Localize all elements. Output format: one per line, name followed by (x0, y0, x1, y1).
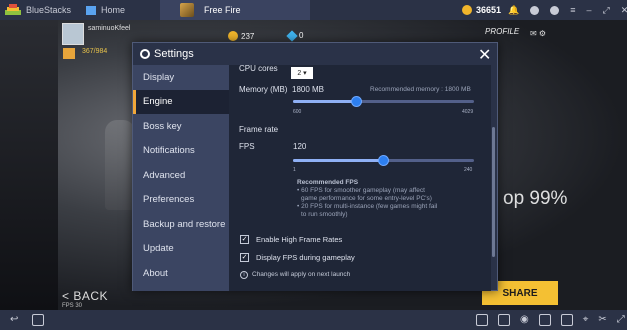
dialog-header: Settings ✕ (133, 43, 497, 65)
minimize-icon[interactable]: – (586, 5, 591, 15)
gear-icon (140, 49, 150, 59)
profile-label[interactable]: PROFILE (485, 27, 519, 36)
coins-value: 36651 (476, 5, 502, 15)
player-name: saminuoKfeel (88, 25, 131, 32)
nav-about[interactable]: About (133, 261, 229, 286)
back-arrow-icon[interactable]: ↩ (10, 314, 18, 326)
nav-notifications[interactable]: Notifications (133, 139, 229, 164)
recommended-line-1: • 60 FPS for smoother gameplay (may affe… (297, 187, 425, 194)
apply-note: Changes will apply on next launch (252, 271, 351, 278)
coin-icon (462, 5, 472, 15)
fps-max: 240 (464, 167, 473, 173)
gold-coin-icon (228, 31, 238, 41)
app-name: BlueStacks (26, 5, 72, 15)
nav-boss-key[interactable]: Boss key (133, 114, 229, 139)
settings-gear-icon[interactable] (550, 5, 560, 15)
nav-display[interactable]: Display (133, 65, 229, 90)
gold-amount: 237 (241, 31, 255, 41)
back-button[interactable]: < BACK (62, 289, 108, 303)
high-frame-rate-checkbox[interactable]: ✓ (240, 235, 249, 244)
memory-min: 600 (293, 109, 302, 115)
gold-counter: 237 (228, 31, 254, 41)
multi-instance-icon[interactable] (560, 314, 573, 326)
notification-bell-icon[interactable]: 🔔 (508, 5, 519, 16)
home-icon (86, 5, 96, 15)
cpu-cores-value: 2 (297, 69, 302, 77)
mail-icon[interactable]: ✉ ⚙ (530, 29, 546, 38)
maximize-icon[interactable]: ⤢ (603, 5, 610, 16)
nav-update[interactable]: Update (133, 237, 229, 262)
tab-home-label: Home (101, 5, 126, 15)
bottom-nav: ↩ (10, 314, 45, 326)
settings-dialog: Settings ✕ Display Engine Boss key Notif… (132, 42, 498, 291)
account-icon[interactable] (530, 5, 540, 15)
settings-sidebar: Display Engine Boss key Notifications Ad… (133, 65, 229, 291)
high-frame-rate-label: Enable High Frame Rates (256, 235, 343, 244)
tab-free-fire-label: Free Fire (204, 5, 241, 15)
memory-slider[interactable] (293, 96, 474, 107)
recommended-line-2: game performance for some entry-level PC… (301, 195, 432, 202)
engine-settings-panel: CPU cores 2 ▾ Memory (MB) 1800 MB Recomm… (229, 65, 491, 291)
fps-counter: FPS 30 (62, 303, 83, 309)
home-square-icon[interactable] (32, 314, 45, 326)
player-level: 367/984 (82, 48, 108, 55)
title-bar: BlueStacks Home Free Fire 36651 🔔 ≡ – ⤢ … (0, 0, 627, 20)
display-fps-checkbox[interactable]: ✓ (240, 253, 249, 262)
diamond-icon (286, 29, 298, 42)
nav-advanced[interactable]: Advanced (133, 163, 229, 188)
tab-home[interactable]: Home (78, 0, 133, 20)
fullscreen-icon[interactable]: ⤢ (617, 314, 625, 326)
fps-slider[interactable] (293, 155, 474, 166)
chevron-down-icon: ▾ (303, 70, 307, 77)
memory-max: 4029 (462, 109, 474, 115)
recommended-line-4: to run smoothly) (301, 211, 348, 218)
menu-icon[interactable]: ≡ (570, 5, 575, 15)
scissors-icon[interactable]: ✂ (598, 314, 606, 326)
fps-slider-fill (293, 159, 384, 162)
window-controls: 🔔 ≡ – ⤢ ✕ (508, 0, 627, 20)
close-window-icon[interactable]: ✕ (621, 5, 627, 16)
memory-slider-thumb[interactable] (351, 96, 363, 107)
bluestacks-logo-icon (5, 4, 21, 15)
fps-value: 120 (293, 142, 307, 151)
diamond-amount: 0 (299, 31, 304, 40)
info-icon: i (240, 271, 248, 279)
avatar[interactable] (62, 23, 84, 45)
memory-value: 1800 MB (292, 85, 325, 94)
fps-slider-thumb[interactable] (378, 155, 390, 166)
game-character (105, 120, 135, 210)
memory-recommended: Recommended memory : 1800 MB (370, 86, 471, 93)
memory-label: Memory (MB) (239, 85, 288, 94)
fps-label: FPS (239, 142, 255, 151)
frame-rate-heading: Frame rate (239, 125, 279, 134)
fps-min: 1 (293, 167, 296, 173)
nav-backup-and-restore[interactable]: Backup and restore (133, 212, 229, 237)
close-icon[interactable]: ✕ (478, 45, 491, 65)
bottom-bar: ↩ ◉ ⌖ ✂ ⤢ (0, 310, 627, 330)
location-icon[interactable]: ⌖ (583, 314, 589, 326)
camera-icon[interactable]: ◉ (520, 314, 529, 326)
recommended-fps-heading: Recommended FPS (297, 179, 359, 186)
dialog-title: Settings (154, 48, 194, 60)
diamond-counter: 0 (286, 29, 304, 42)
cpu-cores-select[interactable]: 2 ▾ (291, 67, 313, 79)
memory-slider-fill (293, 100, 357, 103)
promo-text: op 99% (503, 188, 568, 209)
back-label: BACK (73, 289, 109, 303)
keyboard-icon[interactable] (476, 314, 488, 326)
settings-scrollbar[interactable] (492, 127, 495, 257)
game-left-panel (0, 20, 58, 310)
screen-record-icon[interactable] (538, 314, 551, 326)
gamepad-icon[interactable] (498, 314, 510, 326)
nav-engine[interactable]: Engine (133, 89, 229, 114)
bluestacks-coins[interactable]: 36651 (462, 0, 501, 20)
tab-free-fire[interactable]: Free Fire (160, 0, 310, 20)
cpu-cores-label: CPU cores (239, 65, 278, 73)
recommended-line-3: • 20 FPS for multi-instance (few games m… (297, 203, 438, 210)
display-fps-label: Display FPS during gameplay (256, 253, 355, 262)
edit-profile-icon[interactable] (63, 48, 75, 59)
nav-preferences[interactable]: Preferences (133, 188, 229, 213)
bottom-tools: ◉ ⌖ ✂ ⤢ (476, 314, 625, 326)
free-fire-icon (180, 3, 194, 17)
